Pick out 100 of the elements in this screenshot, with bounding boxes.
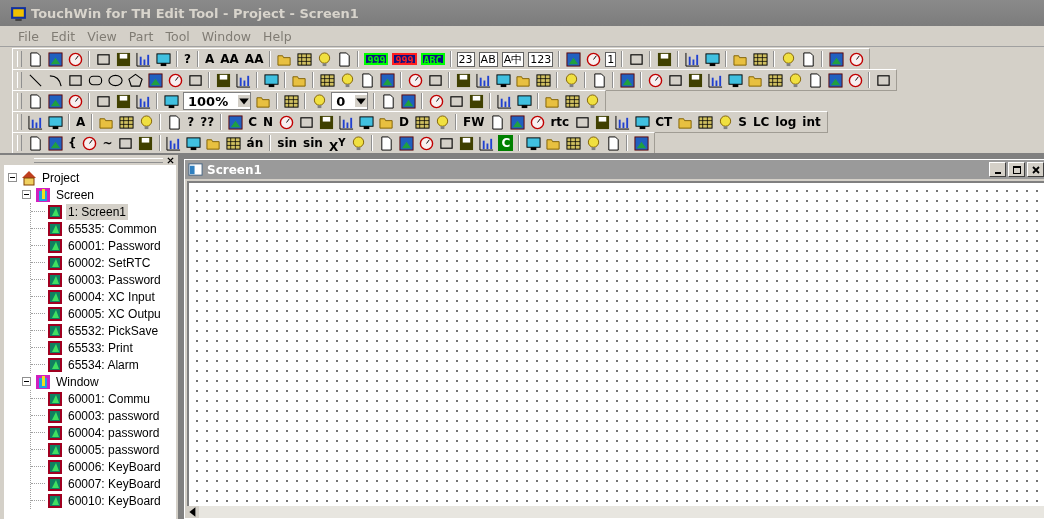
dial-icon[interactable] (847, 72, 863, 88)
monitor-icon[interactable] (163, 93, 179, 109)
bar-chart-icon[interactable] (496, 93, 512, 109)
bar-chart-icon[interactable] (166, 135, 182, 151)
close-icon[interactable] (167, 156, 174, 164)
close-button[interactable] (1027, 162, 1044, 177)
picture-icon[interactable] (619, 72, 635, 88)
toolbar-button[interactable]: LC (749, 113, 773, 131)
toolbar-button[interactable]: { (65, 134, 80, 152)
toolbar-button[interactable]: D (396, 113, 412, 131)
picture-icon[interactable] (47, 51, 63, 67)
toolbar-button[interactable]: AB (478, 51, 498, 67)
toolbar-button[interactable]: sin (300, 134, 326, 152)
square-icon[interactable] (438, 135, 454, 151)
document-icon[interactable] (336, 51, 352, 67)
square-icon[interactable] (95, 51, 111, 67)
dial-icon[interactable] (278, 114, 294, 130)
monitor-icon[interactable] (516, 93, 532, 109)
dial-icon[interactable] (418, 135, 434, 151)
picture-icon[interactable] (565, 51, 581, 67)
toolbar-button[interactable]: 123 (528, 51, 554, 67)
picture-icon[interactable] (828, 51, 844, 67)
toolbar-button[interactable]: 23 (456, 51, 475, 67)
bar-chart-icon[interactable] (614, 114, 630, 130)
arc-icon[interactable] (47, 72, 63, 88)
bar-chart-icon[interactable] (135, 93, 151, 109)
square-icon[interactable] (667, 72, 683, 88)
expander-icon[interactable] (22, 377, 31, 386)
toolbar-button[interactable]: C (498, 135, 514, 151)
picture-icon[interactable] (400, 93, 416, 109)
bar-chart-icon[interactable] (684, 51, 700, 67)
bar-chart-icon[interactable] (235, 72, 251, 88)
caret-icon[interactable] (355, 95, 368, 107)
dial-icon[interactable] (407, 72, 423, 88)
document-icon[interactable] (605, 135, 621, 151)
grid-icon[interactable] (752, 51, 768, 67)
dial-icon[interactable] (82, 135, 98, 151)
tree-item[interactable]: 65532: PickSave (66, 322, 161, 339)
monitor-icon[interactable] (525, 135, 541, 151)
dial-icon[interactable] (67, 51, 83, 67)
bar-chart-icon[interactable] (707, 72, 723, 88)
tree-item[interactable]: 60001: Commu (66, 390, 153, 407)
toolbar-button[interactable]: FW (460, 113, 488, 131)
toolbar-button[interactable]: án (243, 134, 267, 152)
square-icon[interactable] (95, 93, 111, 109)
tree-item[interactable]: 60004: XC Input (66, 288, 157, 305)
monitor-icon[interactable] (704, 51, 720, 67)
toolbar-button[interactable]: 1 (605, 51, 617, 67)
tree-item[interactable]: 65533: Print (66, 339, 135, 356)
tree-item[interactable]: 60005: XC Outpu (66, 305, 163, 322)
ellipse-icon[interactable] (107, 72, 123, 88)
document-icon[interactable] (591, 72, 607, 88)
tree-item[interactable]: 60005: password (66, 441, 162, 458)
grid-icon[interactable] (565, 135, 581, 151)
document-icon[interactable] (27, 51, 43, 67)
square-icon[interactable] (875, 72, 891, 88)
document-icon[interactable] (807, 72, 823, 88)
square-icon[interactable] (187, 72, 203, 88)
monitor-icon[interactable] (727, 72, 743, 88)
grid-icon[interactable] (564, 93, 580, 109)
horizontal-scrollbar[interactable] (187, 506, 1044, 518)
document-icon[interactable] (378, 135, 394, 151)
toolbar-button[interactable]: S (735, 113, 750, 131)
dial-icon[interactable] (167, 72, 183, 88)
bar-chart-icon[interactable] (478, 135, 494, 151)
picture-icon[interactable] (827, 72, 843, 88)
toolbar-button[interactable]: A中 (501, 51, 525, 67)
bar-chart-icon[interactable] (338, 114, 354, 130)
expander-icon[interactable] (8, 173, 17, 182)
monitor-icon[interactable] (263, 72, 279, 88)
document-icon[interactable] (27, 93, 43, 109)
dial-icon[interactable] (428, 93, 444, 109)
tree-item[interactable]: 65534: Alarm (66, 356, 141, 373)
monitor-icon[interactable] (155, 51, 171, 67)
tree-item[interactable]: 60010: KeyBoard (66, 492, 163, 509)
toolbar-button[interactable]: rtc (547, 113, 573, 131)
toolbar-button[interactable]: A (201, 50, 218, 68)
tree-item[interactable]: 60007: KeyBoard (66, 475, 163, 492)
square-icon[interactable] (574, 114, 590, 130)
grid-icon[interactable] (697, 114, 713, 130)
square-icon[interactable] (118, 135, 134, 151)
scroll-left-icon[interactable] (187, 506, 199, 518)
bar-chart-icon[interactable] (27, 114, 43, 130)
tree-item[interactable]: 60006: KeyBoard (66, 458, 163, 475)
dial-icon[interactable] (529, 114, 545, 130)
monitor-icon[interactable] (186, 135, 202, 151)
document-icon[interactable] (27, 135, 43, 151)
toolbar-button[interactable]: ? (184, 113, 198, 131)
grid-icon[interactable] (535, 72, 551, 88)
picture-icon[interactable] (379, 72, 395, 88)
document-icon[interactable] (489, 114, 505, 130)
tree-item[interactable]: Project (40, 169, 82, 186)
square-icon[interactable] (67, 72, 83, 88)
monitor-icon[interactable] (358, 114, 374, 130)
dial-icon[interactable] (67, 93, 83, 109)
dial-icon[interactable] (848, 51, 864, 67)
toolbar-button[interactable]: ? (181, 50, 194, 68)
bar-chart-icon[interactable] (475, 72, 491, 88)
tree-item[interactable]: 60003: password (66, 407, 162, 424)
combo-box[interactable]: 0 (331, 92, 369, 110)
